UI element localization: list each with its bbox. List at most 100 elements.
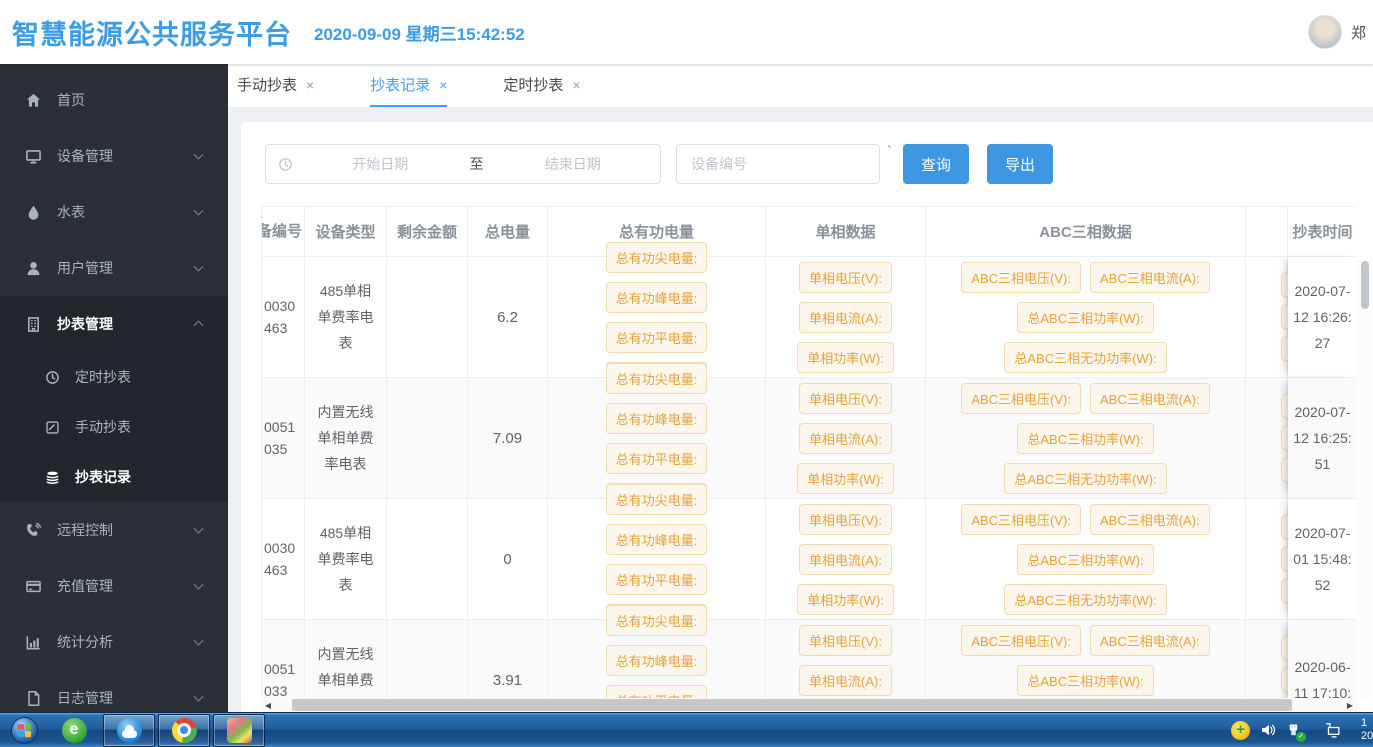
device-number-cell: 0051 035 — [262, 378, 305, 499]
user-avatar[interactable] — [1308, 15, 1342, 49]
sidebar-item-设备管理[interactable]: 设备管理 — [0, 128, 228, 184]
tab-定时抄表[interactable]: 定时抄表× — [503, 64, 580, 107]
sidebar-subitem-label: 手动抄表 — [75, 417, 131, 437]
clipped-column-cell — [1246, 620, 1288, 698]
user-name[interactable]: 郑 — [1351, 22, 1366, 43]
phone-icon — [25, 522, 42, 539]
balance-cell — [387, 620, 468, 698]
sidebar-item-用户管理[interactable]: 用户管理 — [0, 240, 228, 296]
abc-phase-cell: ABC三相电压(V):ABC三相电流(A):总ABC三相功率(W):总ABC三相… — [926, 257, 1246, 378]
data-tag: 总有功峰电量: — [606, 403, 708, 434]
tab-close-icon[interactable]: × — [572, 77, 580, 93]
chevron-down-icon — [194, 206, 204, 216]
tag-group: 总有功尖电量:总有功峰电量:总有功平电量:总有功谷电量: — [548, 605, 765, 699]
data-tag: 总ABC三相无功功率(W): — [1004, 342, 1166, 373]
column-header-设备类型: 设备类型 — [305, 207, 387, 257]
volume-icon[interactable] — [1259, 722, 1276, 739]
sidebar-item-统计分析[interactable]: 统计分析 — [0, 614, 228, 670]
column-header-单相数据: 单相数据 — [766, 207, 926, 257]
sidebar-item-首页[interactable]: 首页 — [0, 72, 228, 128]
total-energy-cell: 7.09 — [468, 378, 548, 499]
data-tag: 单相电压(V): — [799, 262, 892, 293]
vertical-scrollbar-thumb[interactable] — [1361, 261, 1369, 309]
date-range-separator: 至 — [468, 154, 486, 174]
taskbar-browser-360[interactable]: e — [48, 714, 100, 747]
start-date-placeholder[interactable]: 开始日期 — [293, 154, 468, 174]
read-time-cell: 2020-07-01 15:48:52 — [1288, 499, 1357, 620]
date-range-input[interactable]: 开始日期 至 结束日期 — [265, 144, 661, 184]
table-header-row: 设备编号设备类型剩余金额总电量总有功电量单相数据ABC三相数据抄表时间 — [262, 207, 1357, 257]
balance-cell — [387, 257, 468, 378]
taskbar-photos[interactable] — [213, 714, 265, 747]
edit-icon — [45, 420, 60, 435]
taskbar-clock[interactable]: 1 20 — [1361, 717, 1373, 743]
total-energy-cell: 3.91 — [468, 620, 548, 698]
user-icon — [25, 260, 42, 277]
taskbar-browser-qq[interactable] — [103, 714, 155, 747]
device-type-cell: 485单相 单费率电 表 — [305, 499, 387, 620]
qq-browser-icon — [117, 718, 142, 743]
sidebar-subitem-抄表记录[interactable]: 抄表记录 — [0, 452, 228, 502]
sidebar-subitem-定时抄表[interactable]: 定时抄表 — [0, 352, 228, 402]
chevron-down-icon — [194, 636, 204, 646]
taskbar-chrome[interactable] — [158, 714, 210, 747]
user-menu[interactable]: 郑 — [1308, 0, 1366, 64]
antivirus-shield-icon[interactable] — [1231, 721, 1250, 740]
horizontal-scrollbar[interactable]: ◀ ▶ — [261, 698, 1357, 712]
filter-bar: 开始日期 至 结束日期 设备编号 ` 查询 导出 — [265, 144, 1053, 184]
sidebar-item-label: 设备管理 — [57, 146, 113, 166]
system-tray: ✓ 1 20 — [1231, 717, 1373, 743]
sidebar-item-抄表管理[interactable]: 抄表管理 — [0, 296, 228, 352]
data-tag: 总有功尖电量: — [606, 363, 708, 394]
usb-device-icon[interactable]: ✓ — [1285, 722, 1302, 739]
tab-手动抄表[interactable]: 手动抄表× — [237, 64, 314, 107]
single-phase-cell: 单相电压(V):单相电流(A):单相功率(W): — [766, 620, 926, 698]
balance-cell — [387, 499, 468, 620]
data-tag: 总ABC三相功率(W): — [1017, 544, 1153, 575]
tag-group: ABC三相电压(V):ABC三相电流(A):总ABC三相功率(W):总ABC三相… — [926, 504, 1245, 615]
search-button[interactable]: 查询 — [903, 144, 969, 184]
single-phase-cell: 单相电压(V):单相电流(A):单相功率(W): — [766, 378, 926, 499]
read-time-cell: 2020-07-12 16:26:27 — [1288, 257, 1357, 378]
meter-records-table: 设备编号设备类型剩余金额总电量总有功电量单相数据ABC三相数据抄表时间 0030 … — [261, 206, 1357, 712]
horizontal-scrollbar-thumb[interactable] — [292, 699, 1292, 711]
export-button[interactable]: 导出 — [987, 144, 1053, 184]
tab-抄表记录[interactable]: 抄表记录 × — [370, 64, 447, 107]
file-icon — [25, 690, 42, 707]
sidebar-item-远程控制[interactable]: 远程控制 — [0, 502, 228, 558]
table-row: 0051 033内置无线 单相单费 率电表3.91总有功尖电量:总有功峰电量:总… — [262, 620, 1357, 698]
scroll-left-arrow[interactable]: ◀ — [261, 698, 275, 712]
data-tag: ABC三相电压(V): — [961, 262, 1081, 293]
building-icon — [25, 316, 42, 333]
column-header-抄表时间: 抄表时间 — [1288, 207, 1357, 257]
flag-pane — [24, 731, 31, 737]
tab-close-icon[interactable]: × — [439, 77, 447, 93]
data-tag: 单相功率(W): — [797, 342, 894, 373]
end-date-placeholder[interactable]: 结束日期 — [486, 154, 661, 174]
device-number-input[interactable]: 设备编号 — [676, 144, 880, 184]
sidebar-item-水表[interactable]: 水表 — [0, 184, 228, 240]
database-icon — [45, 470, 60, 485]
network-icon[interactable] — [1324, 722, 1341, 739]
tab-close-icon[interactable]: × — [306, 77, 314, 93]
tag-group: 单相电压(V):单相电流(A):单相功率(W): — [789, 383, 902, 494]
vertical-scrollbar[interactable] — [1358, 256, 1372, 698]
tab-label: 抄表记录 — [370, 74, 430, 95]
stray-character: ` — [887, 144, 892, 160]
flag-pane — [17, 730, 23, 736]
data-tag: ABC三相电流(A): — [1090, 504, 1210, 535]
clipped-column-cell — [1246, 257, 1288, 378]
abc-phase-cell: ABC三相电压(V):ABC三相电流(A):总ABC三相功率(W):总ABC三相… — [926, 620, 1246, 698]
tag-group: 单相电压(V):单相电流(A):单相功率(W): — [789, 262, 902, 373]
table-row: 0030 463485单相 单费率电 表0总有功尖电量:总有功峰电量:总有功平电… — [262, 499, 1357, 620]
data-tag: 总ABC三相无功功率(W): — [1004, 463, 1166, 494]
sidebar-item-充值管理[interactable]: 充值管理 — [0, 558, 228, 614]
start-button[interactable] — [3, 713, 45, 747]
scroll-right-arrow[interactable]: ▶ — [1343, 698, 1357, 712]
photos-icon — [227, 718, 252, 743]
content-panel: 开始日期 至 结束日期 设备编号 ` 查询 导出 设备编号设备类型剩余金额总电量… — [241, 122, 1373, 712]
sidebar-subitem-手动抄表[interactable]: 手动抄表 — [0, 402, 228, 452]
data-tag: 单相电压(V): — [799, 504, 892, 535]
data-tag: 总有功平电量: — [606, 443, 708, 474]
read-time-cell: 2020-07-12 16:25:51 — [1288, 378, 1357, 499]
